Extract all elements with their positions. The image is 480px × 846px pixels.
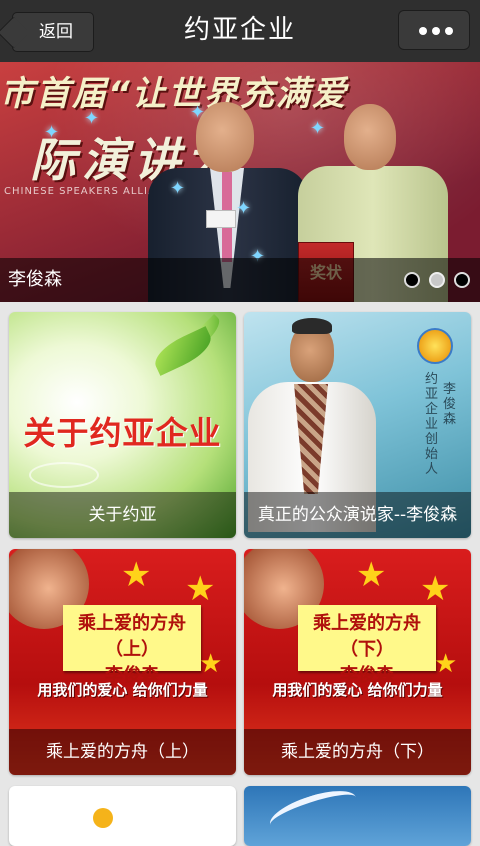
more-options-button[interactable] — [398, 10, 470, 50]
banner-carousel[interactable]: 市首届“让世界充满爱 际演讲大 CHINESE SPEAKERS ALLIANC… — [0, 62, 480, 302]
sparkle-icon: ✦ — [190, 102, 206, 123]
tile-caption: 关于约亚 — [9, 492, 236, 538]
star-icon: ★ — [420, 569, 451, 609]
back-button[interactable]: 返回 — [12, 12, 94, 52]
pager-dot-active[interactable] — [429, 272, 445, 288]
tile-caption: 真正的公众演说家--李俊森 — [244, 492, 471, 538]
calligraphy-text: 约亚企业创始人 — [425, 372, 439, 477]
more-dots-icon — [419, 27, 453, 35]
tile-partial-right[interactable] — [244, 786, 471, 846]
star-icon: ★ — [121, 555, 152, 595]
pager-dot[interactable] — [404, 272, 420, 288]
brush-stroke — [265, 786, 361, 840]
sparkle-icon: ✦ — [84, 108, 100, 129]
tile-caption: 乘上爱的方舟（上） — [9, 729, 236, 775]
leaf-icon — [149, 326, 217, 376]
calligraphy-text-2: 李俊森 — [443, 382, 457, 427]
note-line-1: 乘上爱的方舟（下） — [313, 613, 421, 660]
water-ripple — [29, 462, 99, 488]
title-note: 乘上爱的方舟（上） 李俊森 — [63, 605, 201, 686]
back-button-label: 返回 — [39, 22, 73, 42]
tile-public-speaker[interactable]: 约亚企业创始人 李俊森 真正的公众演说家--李俊森 — [244, 312, 471, 538]
banner-caption: 李俊森 — [8, 269, 62, 290]
star-icon: ★ — [434, 649, 458, 679]
tile-ark-part1[interactable]: ★ ★ ★ 乘上爱的方舟（上） 李俊森 用我们的爱心 给你们力量 乘上爱的方舟（… — [9, 549, 236, 775]
pager-dot[interactable] — [454, 272, 470, 288]
sparkle-icon: ✦ — [236, 198, 252, 219]
company-logo-icon — [417, 328, 453, 364]
star-icon: ★ — [199, 649, 223, 679]
tile-partial-left[interactable] — [9, 786, 236, 846]
sparkle-icon: ✦ — [170, 178, 186, 199]
title-note: 乘上爱的方舟（下） 李俊森 — [298, 605, 436, 686]
star-icon: ★ — [356, 555, 387, 595]
tile-caption: 乘上爱的方舟（下） — [244, 729, 471, 775]
top-navbar: 返回 约亚企业 — [0, 0, 480, 62]
tile-about-yaya[interactable]: 关于约亚企业 关于约亚 — [9, 312, 236, 538]
carousel-pager — [404, 272, 472, 288]
slogan-text: 用我们的爱心 给你们力量 — [272, 681, 443, 699]
tile-ark-part2[interactable]: ★ ★ ★ 乘上爱的方舟（下） 李俊森 用我们的爱心 给你们力量 乘上爱的方舟（… — [244, 549, 471, 775]
speaker-hair — [292, 318, 332, 334]
note-line-1: 乘上爱的方舟（上） — [78, 613, 186, 660]
slogan-text: 用我们的爱心 给你们力量 — [37, 681, 208, 699]
page-title: 约亚企业 — [183, 15, 296, 45]
star-icon: ★ — [185, 569, 216, 609]
tile-image-text: 关于约亚企业 — [23, 414, 222, 452]
sparkle-icon: ✦ — [310, 118, 326, 139]
sun-icon — [93, 808, 113, 828]
banner-caption-bar: 李俊森 — [0, 258, 480, 302]
content-grid: 关于约亚企业 关于约亚 约亚企业创始人 李俊森 真正的公众演说家--李俊森 ★ … — [0, 302, 480, 846]
sparkle-icon: ✦ — [44, 122, 60, 143]
